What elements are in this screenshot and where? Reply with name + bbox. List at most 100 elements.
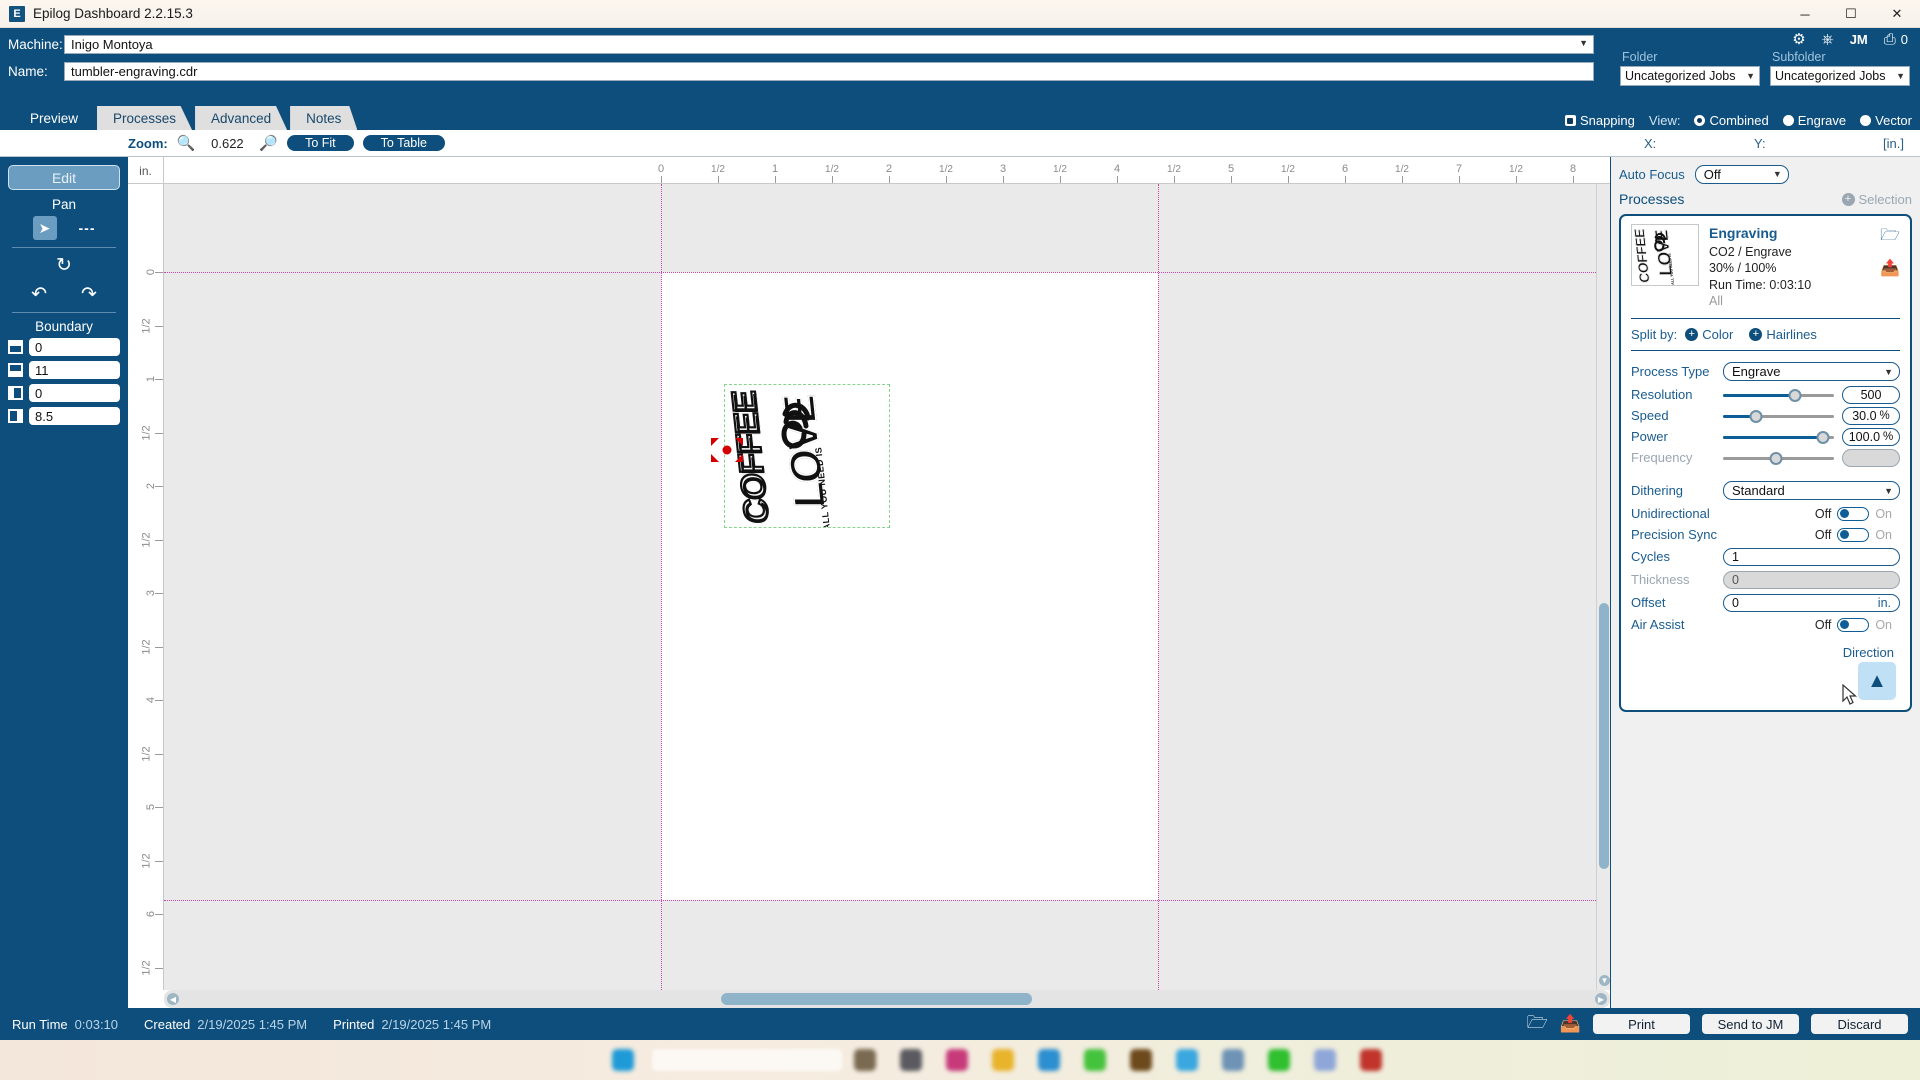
precision-sync-toggle[interactable] bbox=[1837, 527, 1870, 542]
offset-input[interactable]: 0 in. bbox=[1723, 593, 1900, 612]
folder-select[interactable]: Uncategorized Jobs ▼ bbox=[1620, 66, 1760, 86]
horizontal-scrollbar[interactable]: ◀ ▶ bbox=[164, 990, 1610, 1008]
boundary-bottom-input[interactable]: 11 bbox=[29, 361, 120, 379]
tab-advanced[interactable]: Advanced bbox=[195, 106, 288, 130]
zoom-out-icon[interactable]: 🔍 bbox=[177, 134, 196, 152]
printer-queue[interactable]: ⎙ 0 bbox=[1884, 31, 1908, 48]
maximize-button[interactable]: ☐ bbox=[1828, 0, 1874, 28]
auto-focus-value: Off bbox=[1703, 166, 1721, 182]
taskbar-app-icon[interactable] bbox=[946, 1049, 968, 1071]
cycles-input[interactable]: 1 bbox=[1723, 547, 1900, 566]
taskbar-search-box[interactable] bbox=[652, 1049, 842, 1071]
scroll-down-button[interactable]: ▼ bbox=[1599, 975, 1610, 986]
direction-up-arrow-icon[interactable]: ▲ bbox=[1858, 662, 1896, 701]
process-type-select[interactable]: Engrave ▼ bbox=[1723, 362, 1900, 382]
boundary-left-input[interactable]: 0 bbox=[29, 384, 120, 402]
view-mode-combined[interactable]: Combined bbox=[1694, 113, 1769, 128]
taskbar-app-icon[interactable] bbox=[1084, 1049, 1106, 1071]
horizontal-scroll-thumb[interactable] bbox=[721, 993, 1032, 1005]
slider-knob[interactable] bbox=[1749, 409, 1763, 423]
canvas-row: 01/211/221/231/241/251/261/271/281/291/2… bbox=[128, 184, 1610, 990]
job-name-input[interactable]: tumbler-engraving.cdr bbox=[64, 61, 1594, 81]
taskbar-app-icon[interactable] bbox=[1222, 1049, 1244, 1071]
pan-dashes[interactable]: --- bbox=[79, 220, 96, 236]
zoom-in-icon[interactable]: 🔎 bbox=[259, 134, 278, 152]
slider-knob[interactable] bbox=[1816, 430, 1830, 444]
import-job-icon[interactable]: 🗁 bbox=[1527, 1010, 1548, 1039]
taskbar-app-icon[interactable] bbox=[1176, 1049, 1198, 1071]
gear-icon[interactable]: ⚙ bbox=[1792, 30, 1805, 48]
boundary-right-input[interactable]: 8.5 bbox=[29, 407, 120, 425]
ruler-label: 1/2 bbox=[1053, 164, 1067, 175]
view-label: View: bbox=[1648, 113, 1681, 128]
unidirectional-toggle[interactable] bbox=[1837, 506, 1870, 521]
taskbar-app-icon[interactable] bbox=[1268, 1049, 1290, 1071]
pointer-arrow-icon[interactable]: ➤ bbox=[32, 216, 57, 240]
artwork-selection-box[interactable]: COFFEE COFFEE COFFEE LOVE LOVE ALL YOU N… bbox=[724, 384, 890, 528]
speed-input[interactable]: 30.0 % bbox=[1842, 406, 1900, 425]
process-card-header: COFFEE COFFEE LOVE LOVE ALL YOU NEED IS bbox=[1631, 224, 1900, 310]
taskbar-app-icon[interactable] bbox=[1360, 1049, 1382, 1071]
refresh-icon[interactable]: ↻ bbox=[56, 254, 72, 277]
taskbar-app-icon[interactable] bbox=[1038, 1049, 1060, 1071]
speed-slider[interactable] bbox=[1723, 409, 1834, 423]
import-process-icon[interactable]: 🗁 bbox=[1880, 224, 1900, 251]
resolution-slider[interactable] bbox=[1723, 388, 1834, 402]
minimize-button[interactable]: ─ bbox=[1782, 0, 1828, 28]
ruler-tick bbox=[155, 646, 163, 648]
close-button[interactable]: ✕ bbox=[1874, 0, 1920, 28]
view-mode-engrave[interactable]: Engrave bbox=[1782, 113, 1846, 128]
taskbar-app-icon[interactable] bbox=[1314, 1049, 1336, 1071]
undo-icon[interactable]: ↶ bbox=[31, 283, 47, 306]
export-process-icon[interactable]: 📤 bbox=[1880, 258, 1900, 278]
taskbar-app-icon[interactable] bbox=[900, 1049, 922, 1071]
taskbar-start-icon[interactable] bbox=[612, 1049, 634, 1071]
to-table-button[interactable]: To Table bbox=[362, 135, 445, 151]
add-selection-button[interactable]: + Selection bbox=[1841, 192, 1912, 207]
subfolder-select[interactable]: Uncategorized Jobs ▼ bbox=[1770, 66, 1910, 86]
view-mode-vector[interactable]: Vector bbox=[1860, 113, 1912, 128]
export-job-icon[interactable]: 📤 bbox=[1560, 1014, 1581, 1034]
edit-button[interactable]: Edit bbox=[8, 165, 120, 190]
power-input[interactable]: 100.0 % bbox=[1842, 427, 1900, 446]
canvas-stage[interactable]: COFFEE COFFEE COFFEE LOVE LOVE ALL YOU N… bbox=[164, 184, 1596, 990]
jm-icon[interactable]: JM bbox=[1850, 32, 1868, 47]
vertical-scroll-thumb[interactable] bbox=[1599, 603, 1609, 869]
vertical-scrollbar[interactable]: ▼ bbox=[1596, 184, 1610, 990]
ruler-tick bbox=[1174, 176, 1175, 183]
discard-button[interactable]: Discard bbox=[1811, 1014, 1908, 1034]
air-assist-toggle[interactable] bbox=[1837, 617, 1870, 632]
redo-icon[interactable]: ↷ bbox=[81, 283, 97, 306]
send-to-jm-button[interactable]: Send to JM bbox=[1702, 1014, 1799, 1034]
ruler-label: 5 bbox=[1227, 163, 1235, 175]
settings-panel: Auto Focus Off ▼ Processes + Selection C… bbox=[1610, 157, 1920, 1008]
machine-select[interactable]: Inigo Montoya ▼ bbox=[64, 34, 1594, 54]
ruler-tick bbox=[1117, 176, 1118, 183]
split-by-hairlines-button[interactable]: + Hairlines bbox=[1749, 327, 1817, 342]
boundary-top-input[interactable]: 0 bbox=[29, 338, 120, 356]
scroll-left-button[interactable]: ◀ bbox=[167, 993, 179, 1005]
ruler-label: 7 bbox=[1455, 163, 1463, 175]
tab-processes[interactable]: Processes bbox=[97, 106, 193, 130]
dithering-select[interactable]: Standard ▼ bbox=[1723, 481, 1900, 501]
frequency-input bbox=[1842, 448, 1900, 467]
power-slider[interactable] bbox=[1723, 430, 1834, 444]
auto-focus-select[interactable]: Off ▼ bbox=[1694, 164, 1789, 184]
speed-value: 30.0 bbox=[1852, 408, 1877, 423]
slider-knob[interactable] bbox=[1788, 388, 1802, 402]
scroll-right-button[interactable]: ▶ bbox=[1595, 993, 1607, 1005]
snapping-checkbox[interactable]: Snapping bbox=[1564, 113, 1635, 128]
print-button[interactable]: Print bbox=[1593, 1014, 1690, 1034]
process-card[interactable]: COFFEE COFFEE LOVE LOVE ALL YOU NEED IS bbox=[1619, 214, 1912, 713]
tab-notes[interactable]: Notes bbox=[290, 106, 358, 130]
activity-icon[interactable]: ⎈ bbox=[1822, 31, 1834, 48]
resolution-input[interactable]: 500 bbox=[1842, 385, 1900, 404]
taskbar-app-icon[interactable] bbox=[992, 1049, 1014, 1071]
split-by-color-button[interactable]: + Color bbox=[1685, 327, 1733, 342]
taskbar-app-icon[interactable] bbox=[854, 1049, 876, 1071]
zoom-value[interactable]: 0.622 bbox=[204, 136, 250, 151]
taskbar-app-icon[interactable] bbox=[1130, 1049, 1152, 1071]
tab-preview[interactable]: Preview bbox=[14, 106, 95, 130]
to-fit-button[interactable]: To Fit bbox=[287, 135, 354, 151]
rotation-anchor-icon[interactable] bbox=[706, 430, 748, 470]
